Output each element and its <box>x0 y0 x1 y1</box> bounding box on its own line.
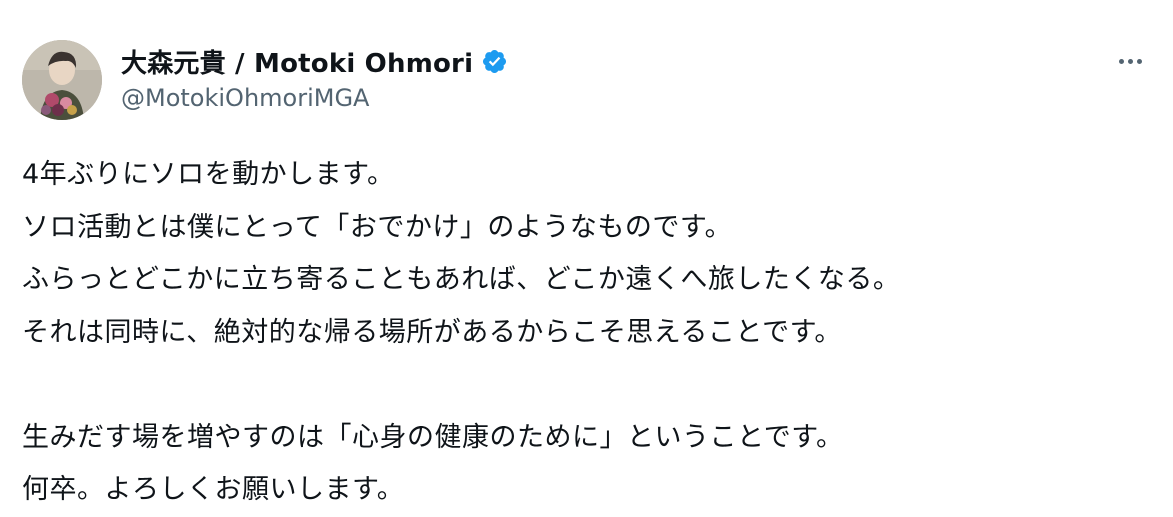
display-name[interactable]: 大森元貴 / Motoki Ohmori <box>121 43 473 80</box>
avatar-photo <box>22 40 102 120</box>
verified-badge-icon <box>481 48 508 75</box>
tweet-text: 4年ぶりにソロを動かします。 ソロ活動とは僕にとって「おでかけ」のようなものです… <box>22 149 1142 517</box>
avatar[interactable] <box>22 40 102 120</box>
name-row: 大森元貴 / Motoki Ohmori <box>121 42 508 80</box>
tweet-line: 生みだす場を増やすのは「心身の健康のために」ということです。 <box>22 421 844 453</box>
tweet-line: 4年ぶりにソロを動かします。 <box>22 159 395 190</box>
tweet-line: ソロ活動とは僕にとって「おでかけ」のようなものです。 <box>22 211 733 243</box>
user-info: 大森元貴 / Motoki Ohmori @MotokiOhmoriMGA <box>121 42 508 112</box>
tweet-line: ふらっとどこかに立ち寄ることもあれば、どこか遠くへ旅したくなる。 <box>22 264 901 295</box>
user-handle[interactable]: @MotokiOhmoriMGA <box>121 84 508 112</box>
more-dots-icon <box>1118 58 1142 64</box>
tweet-line: 何卒。よろしくお願いします。 <box>22 474 405 505</box>
tweet-line: それは同時に、絶対的な帰る場所があるからこそ思えることです。 <box>22 316 842 348</box>
tweet-card: 大森元貴 / Motoki Ohmori @MotokiOhmoriMGA 4年… <box>0 0 1173 505</box>
more-options-button[interactable] <box>1110 46 1150 76</box>
